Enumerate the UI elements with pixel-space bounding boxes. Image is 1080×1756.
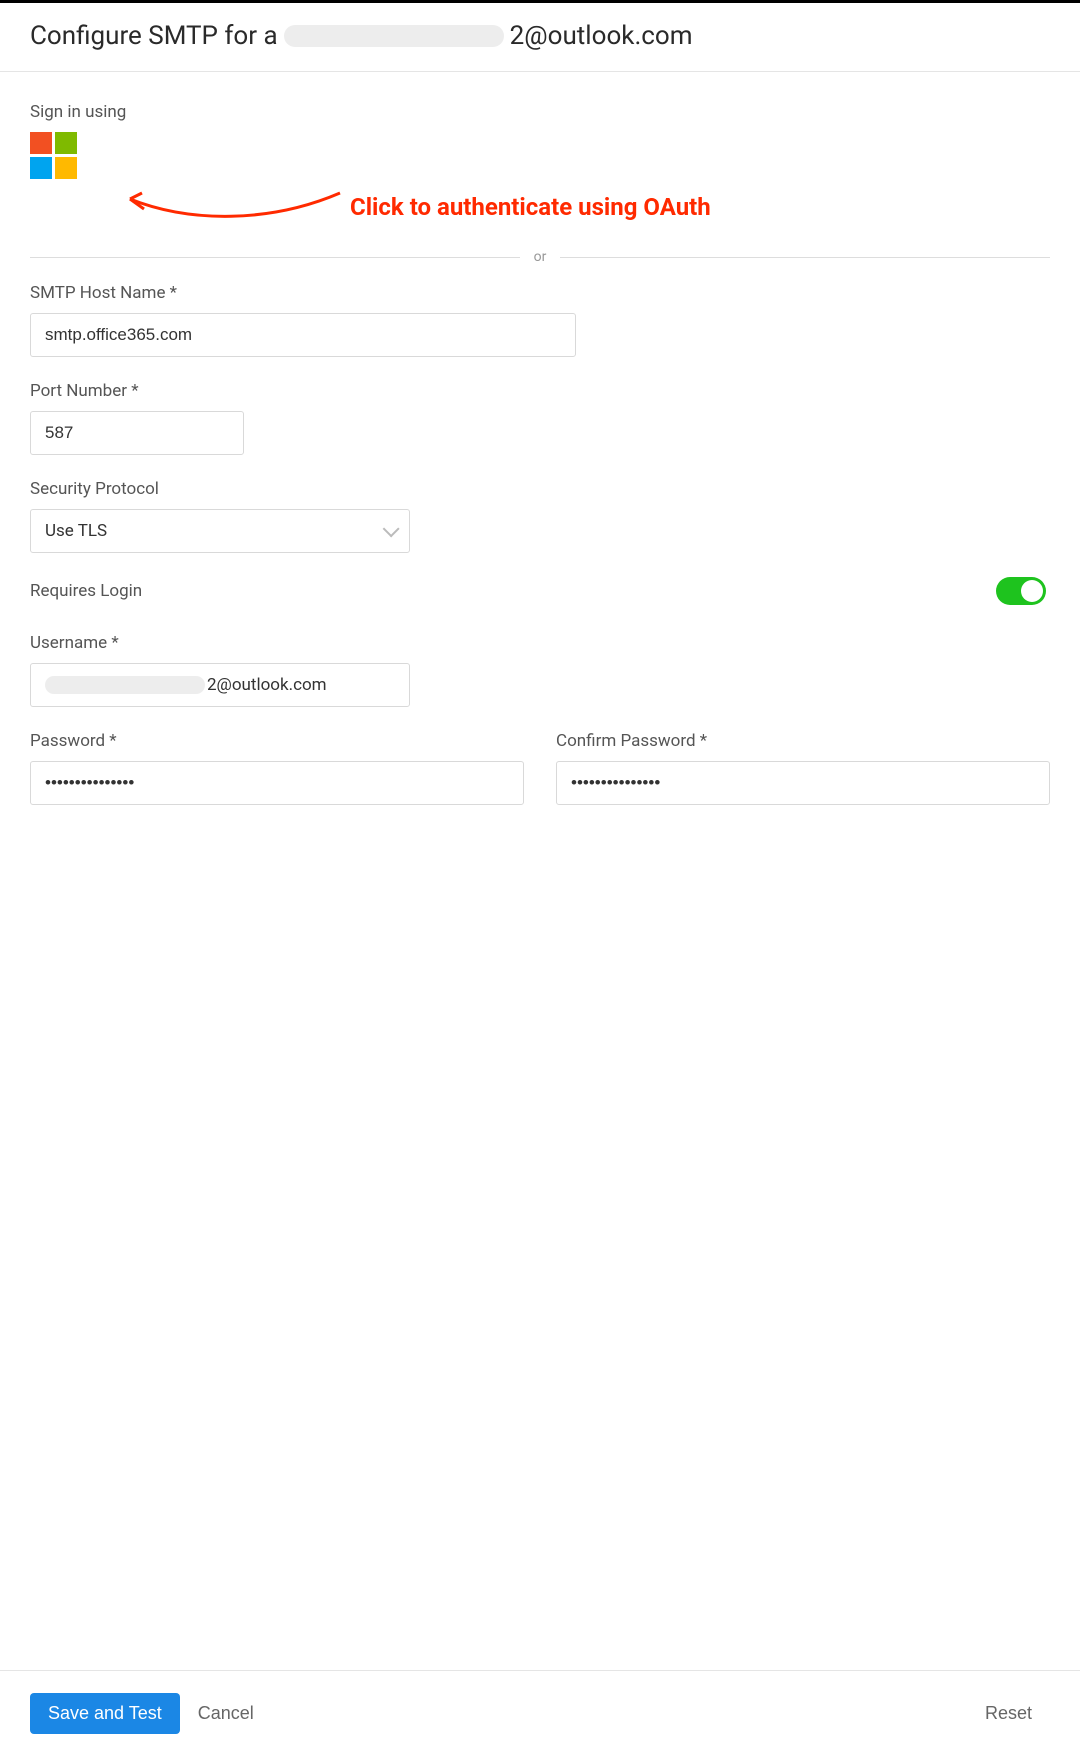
smtp-host-field: SMTP Host Name * [30, 283, 1050, 357]
password-field: Password * [30, 731, 524, 805]
username-label: Username * [30, 633, 1050, 653]
port-field: Port Number * [30, 381, 1050, 455]
username-input[interactable]: 2@outlook.com [30, 663, 410, 707]
header-bar: Configure SMTP for a 2@outlook.com [0, 0, 1080, 72]
or-divider: or [30, 249, 1050, 265]
arrow-icon [90, 181, 350, 231]
port-label: Port Number * [30, 381, 1050, 401]
confirm-password-field: Confirm Password * [556, 731, 1050, 805]
redacted-email-part [284, 25, 504, 47]
title-prefix: Configure SMTP for a [30, 21, 278, 51]
security-protocol-value: Use TLS [45, 521, 107, 541]
redacted-username-part [45, 676, 205, 694]
footer-bar: Save and Test Cancel Reset [0, 1670, 1080, 1756]
password-label: Password * [30, 731, 524, 751]
password-input[interactable] [30, 761, 524, 805]
requires-login-label: Requires Login [30, 581, 142, 601]
security-protocol-select[interactable]: Use TLS [30, 509, 410, 553]
security-protocol-label: Security Protocol [30, 479, 1050, 499]
requires-login-row: Requires Login [30, 577, 1050, 605]
oauth-hint-text: Click to authenticate using OAuth [350, 193, 711, 221]
microsoft-logo-icon [30, 132, 52, 154]
confirm-password-label: Confirm Password * [556, 731, 1050, 751]
port-input[interactable] [30, 411, 244, 455]
smtp-host-input[interactable] [30, 313, 576, 357]
security-protocol-field: Security Protocol Use TLS [30, 479, 1050, 553]
reset-button[interactable]: Reset [967, 1693, 1050, 1734]
confirm-password-input[interactable] [556, 761, 1050, 805]
oauth-annotation: Click to authenticate using OAuth [30, 185, 1050, 245]
microsoft-logo-icon [55, 157, 77, 179]
or-text: or [520, 249, 561, 265]
requires-login-toggle[interactable] [996, 577, 1046, 605]
form-area: Sign in using Click to authenticate usin… [0, 72, 1080, 1670]
chevron-down-icon [383, 520, 400, 537]
save-and-test-button[interactable]: Save and Test [30, 1693, 180, 1734]
username-field: Username * 2@outlook.com [30, 633, 1050, 707]
signin-label: Sign in using [30, 102, 1050, 122]
microsoft-oauth-button[interactable] [30, 132, 77, 179]
username-suffix: 2@outlook.com [207, 675, 327, 695]
microsoft-logo-icon [30, 157, 52, 179]
microsoft-logo-icon [55, 132, 77, 154]
cancel-button[interactable]: Cancel [180, 1693, 272, 1734]
smtp-host-label: SMTP Host Name * [30, 283, 1050, 303]
title-suffix: 2@outlook.com [510, 21, 693, 51]
page-title: Configure SMTP for a 2@outlook.com [30, 21, 1050, 51]
